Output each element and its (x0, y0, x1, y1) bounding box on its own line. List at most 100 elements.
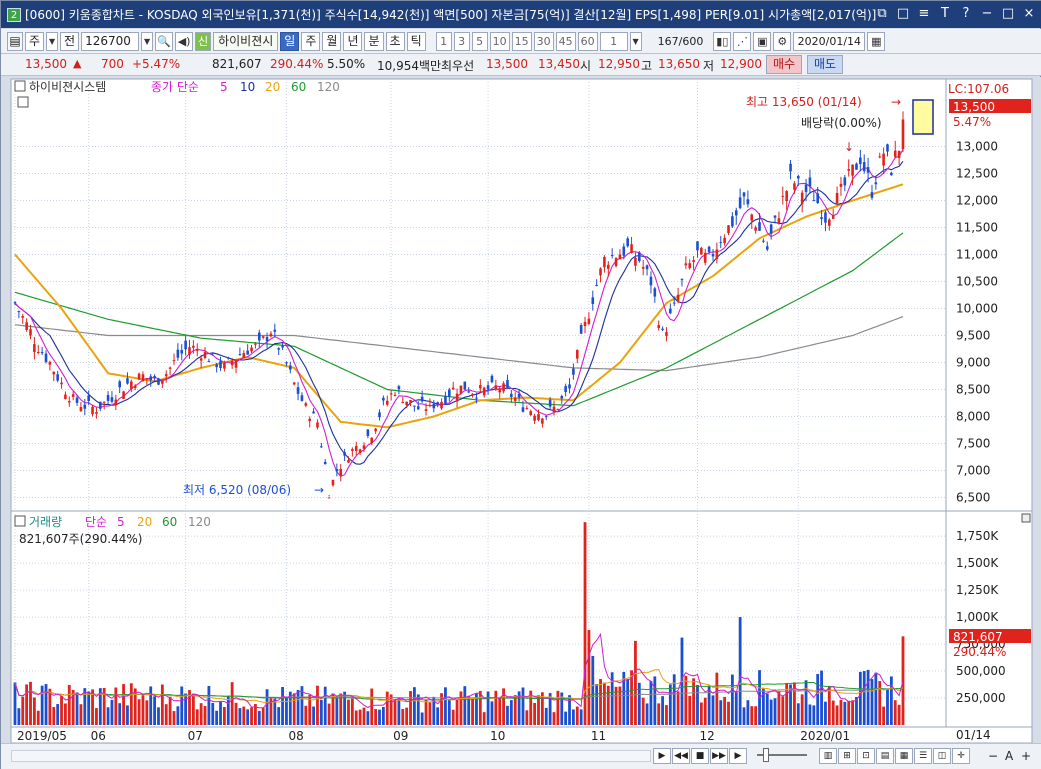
chart-area[interactable]: 6,500 7,000 7,500 8,000 8,500 9,000 9,500 10,00… (1, 77, 1041, 743)
volume-bar (25, 684, 29, 725)
tab-minute[interactable]: 분 (364, 31, 384, 51)
zoom-slider-knob[interactable] (763, 748, 769, 762)
volume-bar (816, 674, 820, 725)
volume-bar (773, 698, 777, 725)
volume-bar (626, 679, 630, 725)
volume-bar (358, 709, 362, 725)
search-icon[interactable]: 🔍 (155, 31, 174, 51)
interval-1[interactable]: 1 (435, 31, 452, 51)
candle-body (52, 371, 56, 375)
tab-year[interactable]: 년 (343, 31, 363, 51)
volume-bar (145, 700, 149, 725)
text-size-icon[interactable]: T (936, 4, 954, 24)
sell-button[interactable]: 매도 (807, 55, 844, 74)
candle-body (289, 365, 292, 370)
settings-icon[interactable]: ⚙ (773, 31, 792, 51)
layout-icon[interactable]: ▤ (876, 748, 894, 764)
tab-tick[interactable]: 틱 (406, 31, 426, 51)
scroll-right-icon[interactable]: ▶ (653, 748, 671, 764)
maximize-button[interactable]: □ (999, 4, 1017, 24)
candle-type-icon[interactable]: ▮▯ (713, 31, 732, 51)
volume-bar (525, 710, 529, 725)
period-select[interactable]: 주 (25, 31, 45, 51)
tab-month[interactable]: 월 (322, 31, 342, 51)
interval-30[interactable]: 30 (533, 31, 554, 51)
split-icon[interactable]: ◫ (933, 748, 951, 764)
zoom-in-button[interactable]: + (1021, 749, 1031, 763)
restore-icon[interactable]: ⧉ (873, 4, 891, 24)
candle-body (758, 222, 761, 231)
stock-code-input[interactable]: 126700 (81, 31, 140, 51)
bar-chart-icon[interactable]: ▥ (819, 748, 837, 764)
candle-body (36, 352, 40, 354)
candle-body (874, 182, 878, 185)
chart-menu-icon[interactable]: ▤ (7, 31, 23, 51)
interval-15[interactable]: 15 (511, 31, 532, 51)
interval-60[interactable]: 60 (577, 31, 598, 51)
period-dropdown-icon[interactable]: ▼ (46, 31, 59, 51)
candle-body (199, 358, 203, 361)
candle-body (897, 150, 901, 159)
interval-3[interactable]: 3 (453, 31, 470, 51)
fast-forward-icon[interactable]: ▶▶ (710, 748, 728, 764)
prev-button[interactable]: 전 (60, 31, 80, 51)
code-dropdown-icon[interactable]: ▼ (141, 31, 154, 51)
interval-5[interactable]: 5 (471, 31, 488, 51)
close-button[interactable]: × (1020, 4, 1038, 24)
rewind-icon[interactable]: ◀◀ (672, 748, 690, 764)
tab-day[interactable]: 일 (280, 31, 300, 51)
candle-body (618, 254, 622, 260)
volume-bar (858, 671, 862, 725)
candle-body (358, 449, 362, 454)
stop-icon[interactable]: ■ (691, 748, 709, 764)
volume-bar (75, 692, 79, 725)
volume-bar (350, 698, 354, 725)
table-icon[interactable] (17, 96, 29, 108)
menu-icon[interactable]: ≡ (915, 4, 933, 24)
candle-body (385, 400, 389, 405)
play-icon[interactable]: ▶ (729, 748, 747, 764)
candle-body (75, 397, 79, 403)
candle-body (91, 406, 94, 415)
volume-bar (265, 689, 269, 725)
expand-icon[interactable]: ⊡ (857, 748, 875, 764)
candle-body (211, 352, 215, 354)
volume-close-icon[interactable] (1021, 513, 1031, 523)
tab-second[interactable]: 초 (385, 31, 405, 51)
interval-45[interactable]: 45 (555, 31, 576, 51)
candle-body (626, 238, 629, 247)
help-icon[interactable]: ? (957, 4, 975, 24)
tab-week[interactable]: 주 (301, 31, 321, 51)
minimize-button[interactable]: − (978, 4, 996, 24)
interval-10[interactable]: 10 (489, 31, 510, 51)
count-input[interactable]: 1 (599, 31, 628, 51)
list-icon[interactable]: ☰ (914, 748, 932, 764)
calendar-icon[interactable]: ▦ (867, 31, 886, 51)
candle-body (172, 360, 176, 362)
buy-button[interactable]: 매수 (766, 55, 803, 74)
save-icon[interactable]: ▣ (753, 31, 772, 51)
grid-icon[interactable]: ▦ (895, 748, 913, 764)
volume-bar (56, 704, 60, 725)
candle-body (541, 418, 544, 424)
cross-icon[interactable]: ✛ (952, 748, 970, 764)
speaker-icon[interactable]: ◀) (175, 31, 194, 51)
volume-bar (796, 703, 800, 725)
trade-amount: 10,954백만 (377, 59, 442, 73)
candle-body (161, 380, 164, 384)
up-arrow-icon: ▲ (73, 57, 82, 70)
volume-bar (583, 522, 587, 725)
window-icon[interactable]: □ (894, 4, 912, 24)
font-size-button[interactable]: A (1005, 749, 1013, 763)
fit-icon[interactable]: ⊞ (838, 748, 856, 764)
count-dropdown-icon[interactable]: ▼ (629, 31, 642, 51)
candle-body (831, 215, 835, 219)
volume-collapse-icon[interactable] (14, 515, 26, 527)
draw-tool-icon[interactable]: ⋰ (733, 31, 752, 51)
candle-body (800, 192, 804, 204)
candle-body (226, 357, 230, 359)
horizontal-scrollbar[interactable] (11, 750, 651, 762)
date-input[interactable]: 2020/01/14 (793, 31, 866, 51)
zoom-out-button[interactable]: − (988, 749, 998, 763)
panel-collapse-icon[interactable] (14, 80, 26, 92)
